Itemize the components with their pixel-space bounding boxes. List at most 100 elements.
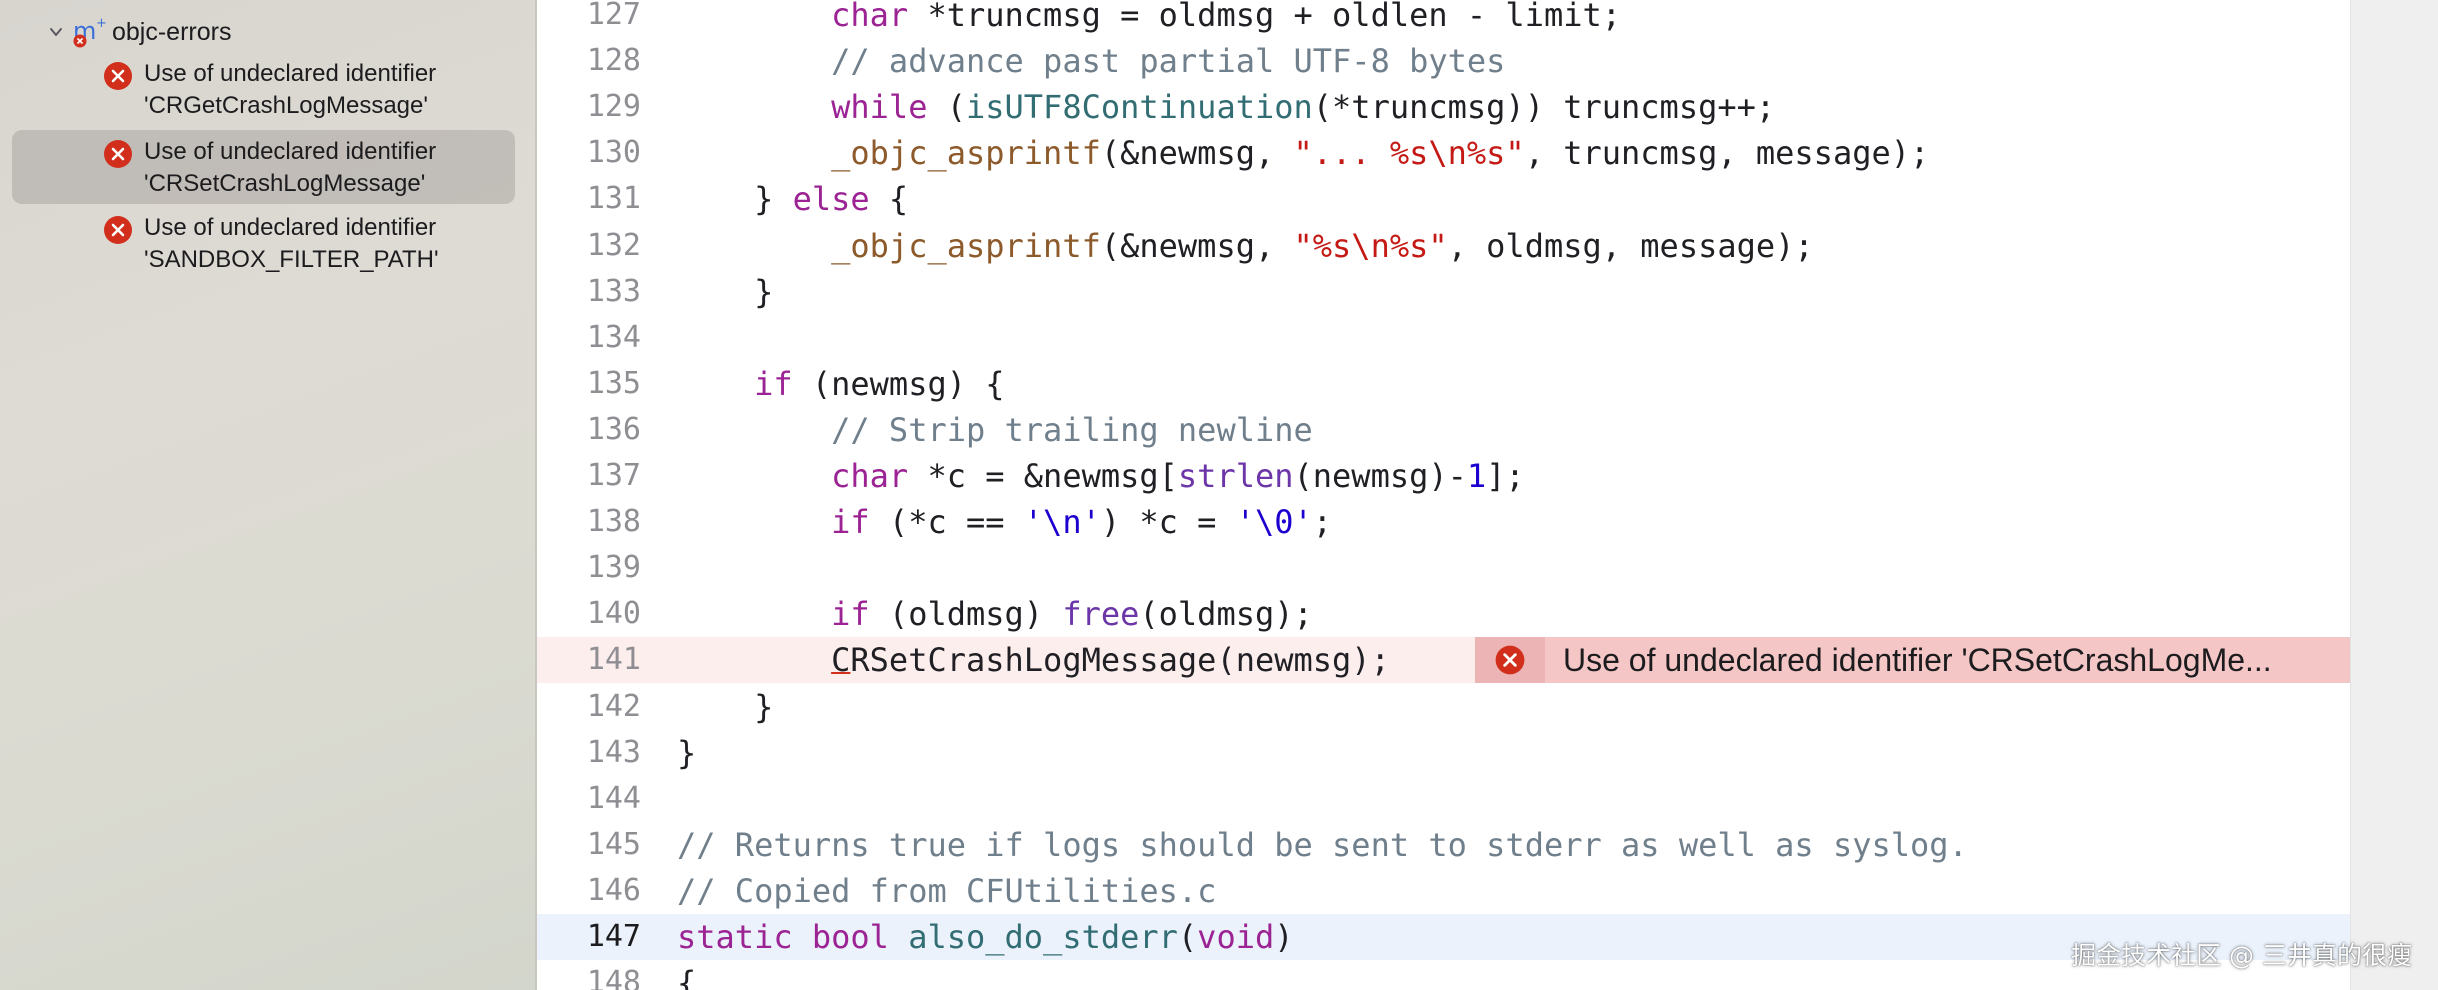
code-text[interactable]: char *truncmsg = oldmsg + oldlen - limit… (677, 0, 1621, 38)
code-text[interactable]: while (isUTF8Continuation(*truncmsg)) tr… (677, 84, 1775, 130)
token-cm: // advance past partial UTF-8 bytes (831, 42, 1506, 81)
token-kw: while (831, 88, 928, 127)
token: } (677, 180, 793, 219)
token-fn3: _objc_asprintf (831, 134, 1101, 173)
code-line-error[interactable]: 141 CRSetCrashLogMessage(newmsg); Use of … (537, 637, 2350, 684)
issue-line2: 'SANDBOX_FILTER_PATH' (144, 246, 439, 273)
code-text[interactable]: if (oldmsg) free(oldmsg); (677, 591, 1313, 637)
code-line[interactable]: 140 if (oldmsg) free(oldmsg); (537, 591, 2350, 637)
inline-error-banner[interactable]: Use of undeclared identifier 'CRSetCrash… (1475, 637, 2350, 684)
token: ( (927, 88, 966, 127)
code-text[interactable]: char *c = &newmsg[strlen(newmsg)-1]; (677, 453, 1525, 499)
code-line[interactable]: 134 (537, 315, 2350, 361)
token-fn2: isUTF8Continuation (965, 88, 1313, 127)
token-fn3: _objc_asprintf (831, 226, 1101, 265)
line-number[interactable]: 144 (537, 776, 641, 822)
code-text[interactable]: { (677, 960, 696, 990)
code-line[interactable]: 143} (537, 730, 2350, 776)
code-text[interactable]: // Strip trailing newline (677, 407, 1313, 453)
line-number[interactable]: 128 (537, 38, 641, 84)
code-text[interactable]: static bool also_do_stderr(void) (677, 914, 1294, 960)
code-line[interactable]: 132 _objc_asprintf(&newmsg, "%s\n%s", ol… (537, 223, 2350, 269)
line-number[interactable]: 142 (537, 684, 641, 730)
code-text[interactable]: } (677, 269, 773, 315)
token: RSetCrashLogMessage(newmsg); (850, 641, 1390, 680)
code-text[interactable]: // advance past partial UTF-8 bytes (677, 38, 1505, 84)
code-text[interactable]: CRSetCrashLogMessage(newmsg); (677, 637, 1390, 683)
token: ; (1312, 503, 1333, 542)
line-number[interactable]: 130 (537, 130, 641, 176)
line-number[interactable]: 140 (537, 591, 641, 637)
issue-item-crsetcrashlogmessage[interactable]: Use of undeclared identifier 'CRSetCrash… (12, 130, 515, 204)
issue-item-sandbox-filter-path[interactable]: Use of undeclared identifier 'SANDBOX_FI… (12, 206, 515, 280)
code-line[interactable]: 128 // advance past partial UTF-8 bytes (537, 38, 2350, 84)
chevron-down-icon[interactable] (44, 20, 68, 44)
line-number[interactable]: 146 (537, 868, 641, 914)
code-text[interactable]: // Returns true if logs should be sent t… (677, 822, 1968, 868)
line-number[interactable]: 136 (537, 407, 641, 453)
module-error-icon: m + (72, 15, 106, 49)
watermark: 掘金技术社区 @ 三井真的很瘦 (2071, 941, 2412, 970)
token: (oldmsg); (1139, 595, 1313, 634)
code-text[interactable]: } (677, 684, 773, 730)
issue-line1: Use of undeclared identifier (144, 214, 437, 241)
code-line[interactable]: 130 _objc_asprintf(&newmsg, "... %s\n%s"… (537, 130, 2350, 176)
line-number[interactable]: 131 (537, 176, 641, 222)
issue-item-crgetcrashlogmessage[interactable]: Use of undeclared identifier 'CRGetCrash… (12, 52, 515, 126)
token: *c = &newmsg[ (908, 457, 1178, 495)
line-number[interactable]: 127 (537, 0, 641, 38)
code-line[interactable]: 136 // Strip trailing newline (537, 407, 2350, 453)
line-number[interactable]: 132 (537, 223, 641, 269)
line-number[interactable]: 148 (537, 960, 641, 990)
line-number[interactable]: 138 (537, 499, 641, 545)
code-line[interactable]: 145 // Returns true if logs should be sen… (537, 822, 2350, 868)
line-number[interactable]: 133 (537, 269, 641, 315)
line-number[interactable]: 129 (537, 84, 641, 130)
token-kw: static (677, 918, 793, 956)
line-number[interactable]: 134 (537, 315, 641, 361)
code-line[interactable]: 139 (537, 545, 2350, 591)
issue-line1: Use of undeclared identifier (144, 60, 437, 87)
code-line[interactable]: 138 if (*c == '\n') *c = '\0'; (537, 499, 2350, 545)
line-number[interactable]: 135 (537, 361, 641, 407)
token: (oldmsg) (869, 595, 1063, 634)
issue-group-objc-errors[interactable]: m + objc-errors (44, 14, 231, 50)
code-line[interactable]: 131 } else { (537, 176, 2350, 222)
source-editor[interactable]: 127 char *truncmsg = oldmsg + oldlen - l… (537, 0, 2350, 990)
issue-line1: Use of undeclared identifier (144, 138, 437, 165)
code-text[interactable]: if (newmsg) { (677, 361, 1004, 407)
line-number[interactable]: 147 (537, 914, 641, 960)
token-kw: else (792, 180, 870, 219)
code-line[interactable]: 127 char *truncmsg = oldmsg + oldlen - l… (537, 0, 2350, 38)
code-text[interactable]: _objc_asprintf(&newmsg, "%s\n%s", oldmsg… (677, 223, 1814, 269)
token: ]; (1486, 457, 1525, 495)
code-line[interactable]: 135 if (newmsg) { (537, 361, 2350, 407)
code-text[interactable]: } else { (677, 176, 908, 222)
line-number[interactable]: 139 (537, 545, 641, 591)
code-text[interactable]: } (677, 730, 696, 776)
code-line[interactable]: 133 } (537, 269, 2350, 315)
line-number[interactable]: 141 (537, 637, 641, 683)
issue-navigator: m + objc-errors Use of undeclared identi… (0, 0, 537, 990)
issue-message: Use of undeclared identifier 'SANDBOX_FI… (144, 212, 514, 276)
code-text[interactable]: _objc_asprintf(&newmsg, "... %s\n%s", tr… (677, 130, 1929, 176)
editor-scrollbar[interactable] (2350, 0, 2438, 990)
code-line[interactable]: 137 char *c = &newmsg[strlen(newmsg)-1]; (537, 453, 2350, 499)
token: (newmsg)- (1293, 457, 1467, 495)
error-circle-icon (103, 139, 133, 169)
error-circle-icon[interactable] (1475, 637, 1545, 684)
line-number[interactable]: 145 (537, 822, 641, 868)
code-line[interactable]: 144 (537, 776, 2350, 822)
code-text[interactable]: // Copied from CFUtilities.c (677, 868, 1216, 914)
code-line[interactable]: 129 while (isUTF8Continuation(*truncmsg)… (537, 84, 2350, 130)
token: } (677, 687, 774, 726)
line-number[interactable]: 143 (537, 730, 641, 776)
code-line[interactable]: 146 // Copied from CFUtilities.c (537, 868, 2350, 914)
code-text[interactable]: if (*c == '\n') *c = '\0'; (677, 499, 1332, 545)
line-number[interactable]: 137 (537, 453, 641, 499)
code-line[interactable]: 142 } (537, 684, 2350, 730)
